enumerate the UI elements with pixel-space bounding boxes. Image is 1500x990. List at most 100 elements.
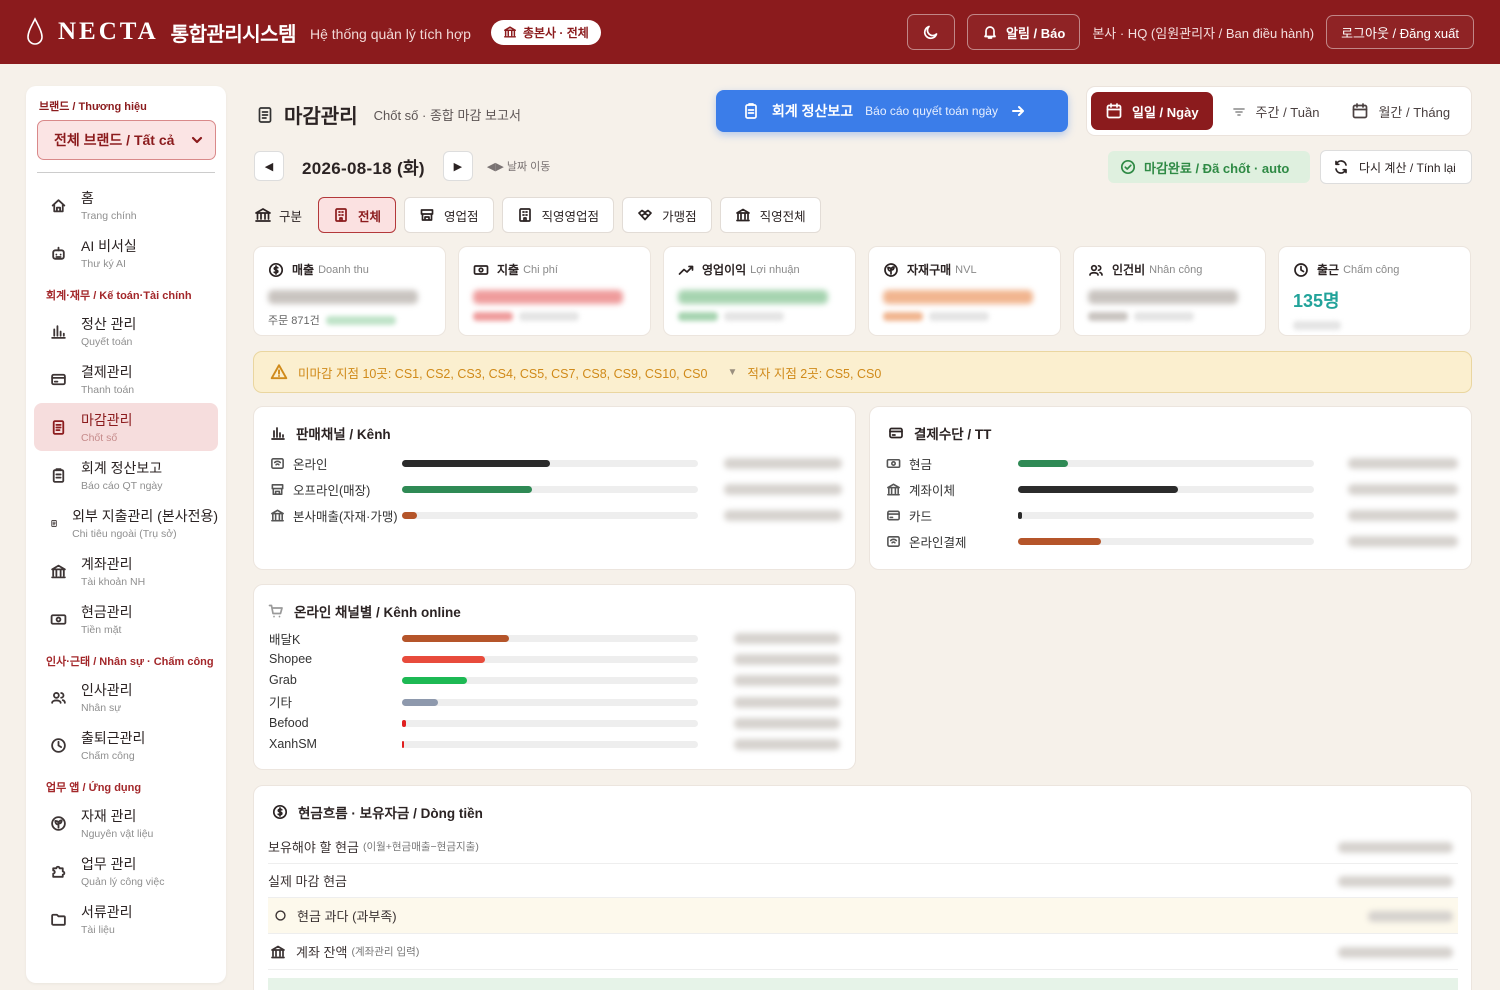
material-icon bbox=[884, 262, 898, 277]
bell-icon bbox=[984, 26, 996, 39]
kpi-card-attendance: 출근 Chấm công 135명 bbox=[1278, 246, 1471, 336]
next-date-button[interactable]: ▶ bbox=[442, 151, 473, 181]
bot-icon bbox=[52, 246, 65, 260]
cashflow-account-value bbox=[1338, 947, 1453, 958]
kpi-label: 자재구매 bbox=[907, 263, 952, 277]
doc-icon bbox=[51, 519, 57, 527]
bar-fill bbox=[402, 486, 533, 493]
period-month-button[interactable]: 월간 / Tháng bbox=[1337, 92, 1464, 130]
sidebar-item-folder[interactable]: 서류관리 Tài liệu bbox=[34, 895, 218, 943]
sidebar-item-label: 서류관리 bbox=[81, 904, 133, 920]
cash-icon bbox=[50, 613, 67, 625]
sidebar-item-bank[interactable]: 계좌관리 Tài khoản NH bbox=[34, 547, 218, 595]
sidebar-item-text: 서류관리 Tài liệu bbox=[81, 902, 133, 936]
sidebar-item-chart[interactable]: 정산 관리 Quyết toán bbox=[34, 307, 218, 355]
row-icon bbox=[271, 457, 284, 469]
nav-group-top: 홈 Trang chính AI 비서실 Thư ký AI bbox=[34, 181, 218, 277]
bank-icon bbox=[255, 208, 271, 222]
date-navigator: ◀ 2026-08-18 (화) ▶ ◀▶ 날짜 이동 bbox=[254, 151, 550, 181]
bar-track bbox=[402, 635, 698, 642]
circle-icon bbox=[275, 910, 286, 921]
cashflow-row-expected: 보유해야 할 현금 (이월+현금매출−현금지출) bbox=[268, 830, 1458, 864]
accounting-report-button[interactable]: 회계 정산보고 Báo cáo quyết toán ngày bbox=[716, 90, 1068, 132]
store-icon bbox=[420, 209, 434, 221]
sidebar-item-label: 결제관리 bbox=[81, 364, 133, 380]
kpi-header: 자재구매 NVL bbox=[883, 261, 1046, 278]
brand-select[interactable]: 전체 브랜드 / Tất cả bbox=[37, 120, 216, 160]
kpi-header: 영업이익 Lợi nhuận bbox=[678, 261, 841, 278]
bar-row: 온라인결제 bbox=[886, 528, 967, 554]
tab-direct-all[interactable]: 직영전체 bbox=[719, 197, 821, 233]
kpi-value: 135명 bbox=[1293, 291, 1340, 311]
period-week-button[interactable]: 주간 / Tuần bbox=[1217, 92, 1334, 130]
kpi-header: 출근 Chấm công bbox=[1293, 261, 1456, 278]
bar-value-blurred bbox=[724, 484, 842, 495]
payment-method-panel: 결제수단 / TT 현금 계좌이체 카드 온라인결제 bbox=[869, 406, 1472, 570]
row-icon bbox=[271, 483, 284, 495]
building-icon bbox=[335, 208, 347, 222]
tab-branch[interactable]: 영업점 bbox=[404, 197, 494, 233]
section-hr: 인사·근태 / Nhân sự · Chấm công bbox=[46, 656, 214, 668]
bank-icon bbox=[503, 26, 516, 38]
bar-row-label: XanhSM bbox=[269, 737, 317, 751]
bar-fill bbox=[402, 741, 404, 748]
sidebar-item-bot[interactable]: AI 비서실 Thư ký AI bbox=[34, 229, 218, 277]
cashflow-expected-note: (이월+현금매출−현금지출) bbox=[362, 841, 479, 853]
sidebar-item-doc[interactable]: 마감관리 Chốt số bbox=[34, 403, 218, 451]
bar-track bbox=[402, 460, 698, 467]
alert-button[interactable]: 알림 / Báo bbox=[967, 14, 1081, 50]
sidebar-item-sublabel: Tiền mặt bbox=[81, 624, 122, 636]
system-name: 통합관리시스템 bbox=[170, 23, 297, 46]
users-icon bbox=[51, 691, 66, 704]
sales-channel-title: 판매채널 / Kênh bbox=[270, 423, 391, 443]
sidebar-item-cash[interactable]: 현금관리 Tiền mặt bbox=[34, 595, 218, 643]
tab-franchise[interactable]: 가맹점 bbox=[622, 197, 712, 233]
sidebar-item-sublabel: Quản lý công việc bbox=[81, 876, 165, 888]
bar-row-label: Shopee bbox=[269, 652, 312, 666]
bar-track bbox=[1018, 512, 1314, 519]
bar-value-blurred bbox=[1348, 536, 1458, 547]
bar-row-label-text: 현금 bbox=[909, 457, 933, 472]
sidebar-item-doc[interactable]: 외부 지출관리 (본사전용) Chi tiêu ngoài (Trụ sở) bbox=[34, 499, 218, 547]
sidebar-item-card[interactable]: 결제관리 Thanh toán bbox=[34, 355, 218, 403]
sidebar-item-sprout[interactable]: 자재 관리 Nguyên vật liệu bbox=[34, 799, 218, 847]
tab-all[interactable]: 전체 bbox=[318, 197, 397, 233]
row-icon bbox=[887, 535, 900, 547]
sidebar-item-home[interactable]: 홈 Trang chính bbox=[34, 181, 218, 229]
sidebar-item-text: AI 비서실 Thư ký AI bbox=[81, 236, 137, 270]
cashflow-surplus-label: 현금 과다 (과부족) bbox=[297, 909, 397, 924]
period-day-button[interactable]: 일일 / Ngày bbox=[1091, 92, 1213, 130]
chart-icon bbox=[51, 324, 66, 339]
dark-mode-button[interactable] bbox=[907, 14, 955, 50]
refresh-icon bbox=[1335, 160, 1347, 174]
bar-row-label-text: 카드 bbox=[909, 509, 933, 524]
sidebar-item-users[interactable]: 인사관리 Nhân sự bbox=[34, 673, 218, 721]
puzzle-icon bbox=[52, 865, 66, 878]
closed-status-badge: 마감완료 / Đã chốt · auto bbox=[1108, 151, 1310, 183]
bar-track bbox=[402, 656, 698, 664]
nav-group-finance: 정산 관리 Quyết toán 결제관리 Thanh toán 마감관리 Chốt số… bbox=[34, 307, 218, 643]
sidebar-item-label: 회계 정산보고 bbox=[81, 460, 163, 476]
bar-row-label-text: 계좌이체 bbox=[909, 483, 956, 498]
scope-chip[interactable]: 총본사 · 전체 bbox=[490, 19, 601, 45]
cashflow-expected-label: 보유해야 할 현금 bbox=[268, 840, 359, 855]
cashflow-surplus-value bbox=[1368, 911, 1453, 922]
sidebar-item-text: 인사관리 Nhân sự bbox=[81, 680, 133, 714]
tab-direct-branch[interactable]: 직영영업점 bbox=[501, 197, 615, 233]
cashflow-row-partial bbox=[268, 978, 1458, 990]
sidebar-item-puzzle[interactable]: 업무 관리 Quản lý công việc bbox=[34, 847, 218, 895]
current-date: 2026-08-18 (화) bbox=[302, 158, 425, 178]
recalculate-button[interactable]: 다시 계산 / Tính lại bbox=[1320, 150, 1472, 184]
brand-logo[interactable]: NECTA bbox=[58, 18, 159, 46]
sidebar-item-clock[interactable]: 출퇴근관리 Chấm công bbox=[34, 721, 218, 769]
bar-track bbox=[402, 677, 698, 685]
bar-fill bbox=[402, 677, 468, 685]
prev-date-button[interactable]: ◀ bbox=[254, 151, 284, 181]
logout-button[interactable]: 로그아웃 / Đăng xuất bbox=[1326, 15, 1474, 49]
sales-channel-panel: 판매채널 / Kênh 온라인 오프라인(매장) 본사매출(자재·가맹) bbox=[253, 406, 856, 570]
bar-row-label-text: XanhSM bbox=[269, 737, 317, 751]
sidebar-item-clipboard[interactable]: 회계 정산보고 Báo cáo QT ngày bbox=[34, 451, 218, 499]
bar-fill bbox=[1018, 486, 1178, 493]
sidebar-item-text: 현금관리 Tiền mặt bbox=[81, 602, 133, 636]
kpi-detail bbox=[678, 312, 841, 321]
